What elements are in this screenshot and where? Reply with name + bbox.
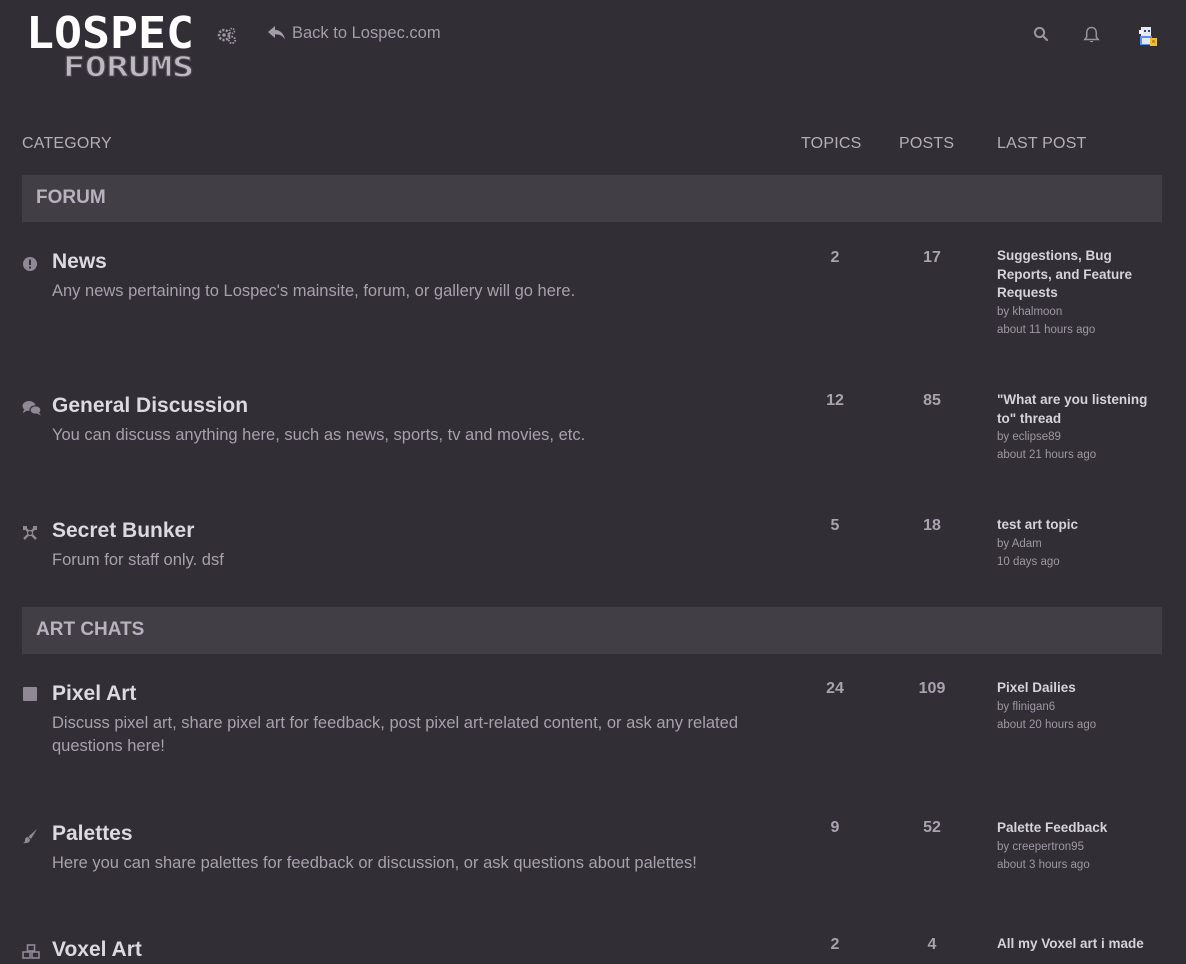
category-description: Any news pertaining to Lospec's mainsite… — [52, 282, 576, 300]
section-title: FORUM — [36, 187, 106, 208]
last-post-author: by flinigan6 — [997, 698, 1162, 716]
back-link-label: Back to Lospec.com — [292, 24, 441, 42]
search-icon[interactable] — [1033, 26, 1051, 44]
section-title: ART CHATS — [36, 619, 145, 640]
column-header-topics: TOPICS — [801, 135, 862, 152]
category-title[interactable]: General Discussion — [52, 394, 248, 418]
last-post: Suggestions, Bug Reports, and Feature Re… — [997, 247, 1162, 339]
posts-count: 52 — [923, 819, 941, 836]
chat-bubbles-icon — [22, 400, 42, 418]
last-post-user-link[interactable]: creepertron95 — [1012, 841, 1084, 853]
last-post-time: about 20 hours ago — [997, 718, 1097, 731]
last-post-title[interactable]: Palette Feedback — [997, 819, 1162, 838]
last-post-user-link[interactable]: Adam — [1012, 538, 1042, 550]
category-title[interactable]: Voxel Art — [52, 938, 142, 962]
last-post-user-link[interactable]: eclipse89 — [1012, 431, 1061, 443]
last-post-user-link[interactable]: flinigan6 — [1012, 701, 1055, 713]
bell-icon[interactable] — [1083, 26, 1101, 44]
last-post-author: by eclipse89 — [997, 428, 1162, 446]
last-post: test art topic by Adam 10 days ago — [997, 516, 1162, 571]
section-header-forum: FORUM — [22, 175, 1162, 222]
last-post-time: about 11 hours ago — [997, 323, 1096, 336]
category-title[interactable]: Secret Bunker — [52, 519, 194, 543]
last-post: Palette Feedback by creepertron95 about … — [997, 819, 1162, 874]
column-header-category: CATEGORY — [22, 135, 112, 152]
exclamation-circle-icon — [22, 256, 40, 274]
last-post-time: about 3 hours ago — [997, 858, 1090, 871]
topics-count: 9 — [830, 819, 840, 836]
logo-line2: FORUMS — [63, 50, 194, 82]
forum-header: LOSPEC FORUMS Back to Lospec.com — [0, 0, 1186, 90]
posts-count: 4 — [927, 936, 937, 953]
topics-count: 12 — [826, 392, 844, 409]
reply-arrow-icon — [268, 26, 285, 40]
category-description: Discuss pixel art, share pixel art for f… — [52, 714, 738, 755]
posts-count: 85 — [923, 392, 941, 409]
by-label: by — [997, 305, 1010, 318]
posts-count: 109 — [918, 680, 946, 697]
user-avatar[interactable] — [1135, 24, 1159, 48]
topics-count: 24 — [826, 680, 844, 697]
by-label: by — [997, 431, 1010, 443]
topics-count: 5 — [830, 517, 840, 534]
last-post-title[interactable]: "What are you listening to" thread — [997, 391, 1162, 428]
cubes-icon — [22, 944, 40, 962]
posts-count: 17 — [923, 249, 941, 266]
topics-count: 2 — [830, 249, 840, 266]
category-title[interactable]: News — [52, 250, 107, 274]
category-title[interactable]: Palettes — [52, 822, 133, 846]
square-icon — [22, 686, 40, 704]
column-header-last-post: LAST POST — [997, 135, 1087, 152]
last-post-title[interactable]: test art topic — [997, 516, 1162, 535]
category-description: Forum for staff only. dsf — [52, 551, 224, 569]
last-post-author: by khalmoon — [997, 303, 1162, 321]
last-post-author: by Adam — [997, 535, 1162, 553]
by-label: by — [997, 840, 1010, 853]
last-post-title[interactable]: All my Voxel art i made — [997, 935, 1162, 954]
back-to-lospec-link[interactable]: Back to Lospec.com — [268, 24, 441, 43]
column-header-posts: POSTS — [899, 135, 955, 152]
by-label: by — [997, 700, 1010, 713]
category-description: Here you can share palettes for feedback… — [52, 854, 697, 872]
last-post: Pixel Dailies by flinigan6 about 20 hour… — [997, 679, 1162, 734]
last-post-user-link[interactable]: khalmoon — [1012, 306, 1062, 318]
crossed-tools-icon — [22, 525, 40, 543]
paintbrush-icon — [22, 828, 40, 846]
last-post-title[interactable]: Pixel Dailies — [997, 679, 1162, 698]
category-description: You can discuss anything here, such as n… — [52, 426, 586, 444]
posts-count: 18 — [923, 517, 941, 534]
topics-count: 2 — [830, 936, 840, 953]
settings-icon[interactable] — [217, 27, 237, 45]
lospec-forums-logo[interactable]: LOSPEC FORUMS — [26, 10, 198, 82]
last-post: "What are you listening to" thread by ec… — [997, 391, 1162, 464]
last-post: All my Voxel art i made — [997, 935, 1162, 954]
last-post-time: 10 days ago — [997, 555, 1060, 568]
last-post-time: about 21 hours ago — [997, 449, 1097, 461]
last-post-title[interactable]: Suggestions, Bug Reports, and Feature Re… — [997, 247, 1162, 303]
by-label: by — [997, 537, 1010, 550]
category-title[interactable]: Pixel Art — [52, 682, 136, 706]
section-header-art-chats: ART CHATS — [22, 607, 1162, 654]
last-post-author: by creepertron95 — [997, 838, 1162, 856]
